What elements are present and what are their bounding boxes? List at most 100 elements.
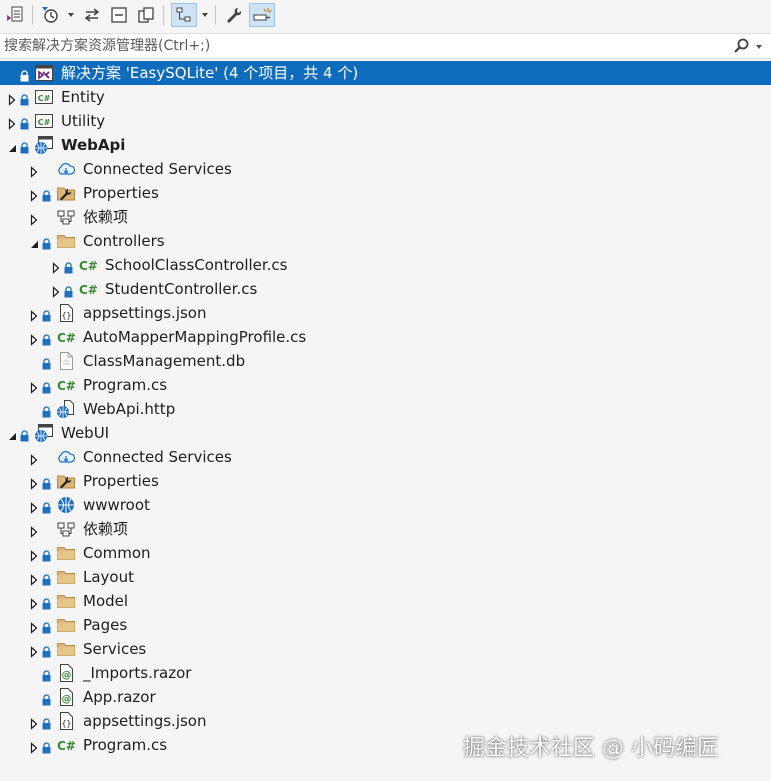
tree-item[interactable]: C# Program.cs	[0, 373, 771, 397]
expand-arrow-icon[interactable]	[28, 595, 40, 610]
lock-icon	[42, 355, 51, 370]
properties-folder-icon	[56, 183, 76, 203]
tree-item[interactable]: 依赖项	[0, 205, 771, 229]
properties-button[interactable]	[222, 3, 246, 27]
tree-item[interactable]: WebApi.http	[0, 397, 771, 421]
tree-item[interactable]: Connected Services	[0, 445, 771, 469]
tree-item[interactable]: C# SchoolClassController.cs	[0, 253, 771, 277]
expand-arrow-icon[interactable]	[50, 283, 62, 298]
tree-item-label: Layout	[83, 568, 134, 586]
tree-item[interactable]: Properties	[0, 181, 771, 205]
lock-icon	[42, 619, 51, 634]
lock-icon	[42, 307, 51, 322]
expand-arrow-icon[interactable]	[50, 259, 62, 274]
expand-arrow-icon[interactable]	[28, 475, 40, 490]
tree-item[interactable]: Common	[0, 541, 771, 565]
tree-item[interactable]: @ _Imports.razor	[0, 661, 771, 685]
expand-arrow-icon[interactable]	[28, 307, 40, 322]
tree-item[interactable]: Services	[0, 637, 771, 661]
tree-item[interactable]: C# Entity	[0, 85, 771, 109]
expand-arrow-icon[interactable]	[28, 211, 40, 226]
pending-changes-dropdown[interactable]	[68, 13, 74, 17]
expand-arrow-icon[interactable]	[28, 187, 40, 202]
tree-item[interactable]: WebUI	[0, 421, 771, 445]
tree-item[interactable]: Controllers	[0, 229, 771, 253]
web-project-icon	[34, 135, 54, 155]
tree-item-label: Common	[83, 544, 151, 562]
tree-item[interactable]: 依赖项	[0, 517, 771, 541]
tree-item[interactable]: @ App.razor	[0, 685, 771, 709]
folder-icon	[56, 591, 76, 611]
expand-arrow-icon[interactable]	[28, 715, 40, 730]
tree-item-label: Entity	[61, 88, 105, 106]
svg-text:C#: C#	[57, 739, 76, 753]
toggle-preview-button[interactable]	[249, 3, 275, 27]
tree-item-label: StudentController.cs	[105, 280, 258, 298]
tree-item-label: Properties	[83, 184, 159, 202]
expand-arrow-icon[interactable]	[28, 739, 40, 754]
expand-arrow-icon[interactable]	[28, 643, 40, 658]
toolbar-separator	[215, 5, 216, 25]
pending-changes-filter-button[interactable]	[37, 3, 63, 27]
tree-item[interactable]: Model	[0, 589, 771, 613]
expand-arrow-icon[interactable]	[28, 163, 40, 178]
properties-wrench-icon	[227, 8, 242, 23]
search-input[interactable]	[0, 34, 724, 58]
lock-icon	[42, 187, 51, 202]
tree-item[interactable]: C# AutoMapperMappingProfile.cs	[0, 325, 771, 349]
svg-text:C#: C#	[79, 283, 98, 297]
svg-text:C#: C#	[57, 331, 76, 345]
lock-icon	[20, 67, 29, 82]
lock-icon	[64, 259, 73, 274]
solution-row[interactable]: 解决方案 'EasySQLite' (4 个项目，共 4 个)	[0, 61, 771, 85]
folder-icon	[56, 639, 76, 659]
expand-arrow-icon[interactable]	[28, 451, 40, 466]
expand-arrow-icon[interactable]	[28, 523, 40, 538]
tree-item[interactable]: wwwroot	[0, 493, 771, 517]
collapse-arrow-icon[interactable]	[6, 139, 18, 152]
search-icon[interactable]	[733, 38, 749, 54]
tree-item-label: Utility	[61, 112, 106, 130]
tree-item[interactable]: C# StudentController.cs	[0, 277, 771, 301]
csharp-project-icon: C#	[34, 111, 54, 131]
svg-text:C#: C#	[79, 259, 98, 273]
lock-icon	[42, 379, 51, 394]
show-all-files-icon	[138, 7, 154, 23]
web-project-icon	[34, 423, 54, 443]
expand-arrow-icon[interactable]	[28, 547, 40, 562]
lock-icon	[42, 739, 51, 754]
csharp-file-icon: C#	[56, 735, 76, 755]
preview-selected-items-icon	[176, 7, 191, 22]
collapse-arrow-icon[interactable]	[28, 235, 40, 248]
pending-changes-filter-icon	[42, 7, 58, 23]
expand-arrow-icon[interactable]	[28, 571, 40, 586]
expand-arrow-icon[interactable]	[6, 115, 18, 130]
tree-item[interactable]: Connected Services	[0, 157, 771, 181]
expand-arrow-icon[interactable]	[28, 499, 40, 514]
preview-selected-items-button[interactable]	[171, 3, 197, 27]
tree-item[interactable]: WebApi	[0, 133, 771, 157]
sync-active-document-button[interactable]	[80, 3, 104, 27]
expand-arrow-icon[interactable]	[28, 379, 40, 394]
tree-item[interactable]: C# Utility	[0, 109, 771, 133]
expand-arrow-icon[interactable]	[6, 91, 18, 106]
show-all-files-button[interactable]	[134, 3, 158, 27]
collapse-arrow-icon[interactable]	[6, 427, 18, 440]
toggle-preview-icon	[253, 8, 272, 21]
collapse-all-button[interactable]	[107, 3, 131, 27]
svg-text:{}: {}	[62, 311, 72, 320]
folder-icon	[56, 615, 76, 635]
search-options-dropdown[interactable]	[756, 45, 762, 49]
preview-dropdown[interactable]	[202, 13, 208, 17]
tree-item[interactable]: Pages	[0, 613, 771, 637]
solution-icon	[34, 63, 54, 83]
razor-file-icon: @	[56, 687, 76, 707]
expand-arrow-icon[interactable]	[28, 619, 40, 634]
tree-item[interactable]: {} appsettings.json	[0, 301, 771, 325]
tree-item[interactable]: Properties	[0, 469, 771, 493]
switch-views-button[interactable]	[3, 3, 27, 27]
lock-icon	[42, 331, 51, 346]
expand-arrow-icon[interactable]	[28, 331, 40, 346]
tree-item[interactable]: Layout	[0, 565, 771, 589]
tree-item[interactable]: ClassManagement.db	[0, 349, 771, 373]
